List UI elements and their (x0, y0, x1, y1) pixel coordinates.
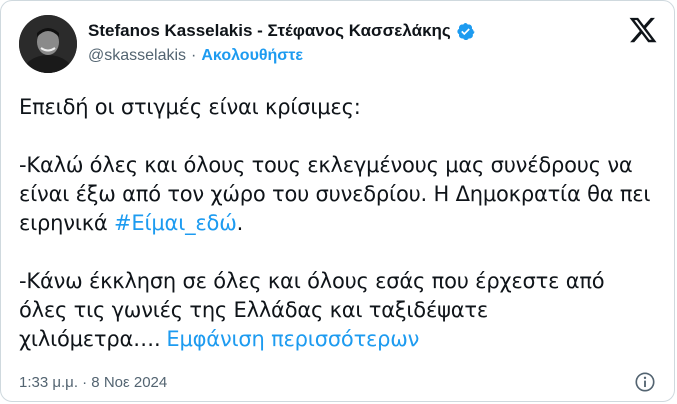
tweet-paragraph-3: -Κάνω έκκληση σε όλες και όλους εσάς που… (19, 267, 654, 354)
paragraph-2-end: . (236, 211, 244, 235)
tweet-line-1: Επειδή οι στιγμές είναι κρίσιμες: (19, 95, 361, 119)
name-row: Stefanos Kasselakis - Στέφανος Κασσελάκη… (88, 19, 614, 43)
hashtag-link[interactable]: #Είμαι_εδώ (114, 211, 237, 235)
verified-badge-icon (456, 22, 475, 41)
author-info: Stefanos Kasselakis - Στέφανος Κασσελάκη… (88, 19, 614, 65)
tweet-card: Stefanos Kasselakis - Στέφανος Κασσελάκη… (0, 0, 675, 402)
info-icon[interactable] (634, 371, 656, 393)
tweet-text: Επειδή οι στιγμές είναι κρίσιμες: -Καλώ … (19, 93, 654, 354)
avatar[interactable] (19, 15, 77, 73)
handle-row: @skasselakis · Ακολουθήστε (88, 47, 614, 65)
timestamp[interactable]: 1:33 μ.μ. · 8 Νοε 2024 (19, 374, 167, 391)
tweet-footer: 1:33 μ.μ. · 8 Νοε 2024 (19, 371, 656, 393)
show-more-link[interactable]: Εμφάνιση περισσότερων (166, 327, 419, 351)
separator: · (191, 47, 197, 64)
display-name[interactable]: Stefanos Kasselakis - Στέφανος Κασσελάκη… (88, 21, 451, 41)
tweet-paragraph-2: -Καλώ όλες και όλους τους εκλεγμένους μα… (19, 151, 654, 238)
x-logo-icon[interactable] (628, 15, 658, 45)
handle[interactable]: @skasselakis (88, 47, 186, 65)
follow-button[interactable]: Ακολουθήστε (201, 47, 303, 65)
